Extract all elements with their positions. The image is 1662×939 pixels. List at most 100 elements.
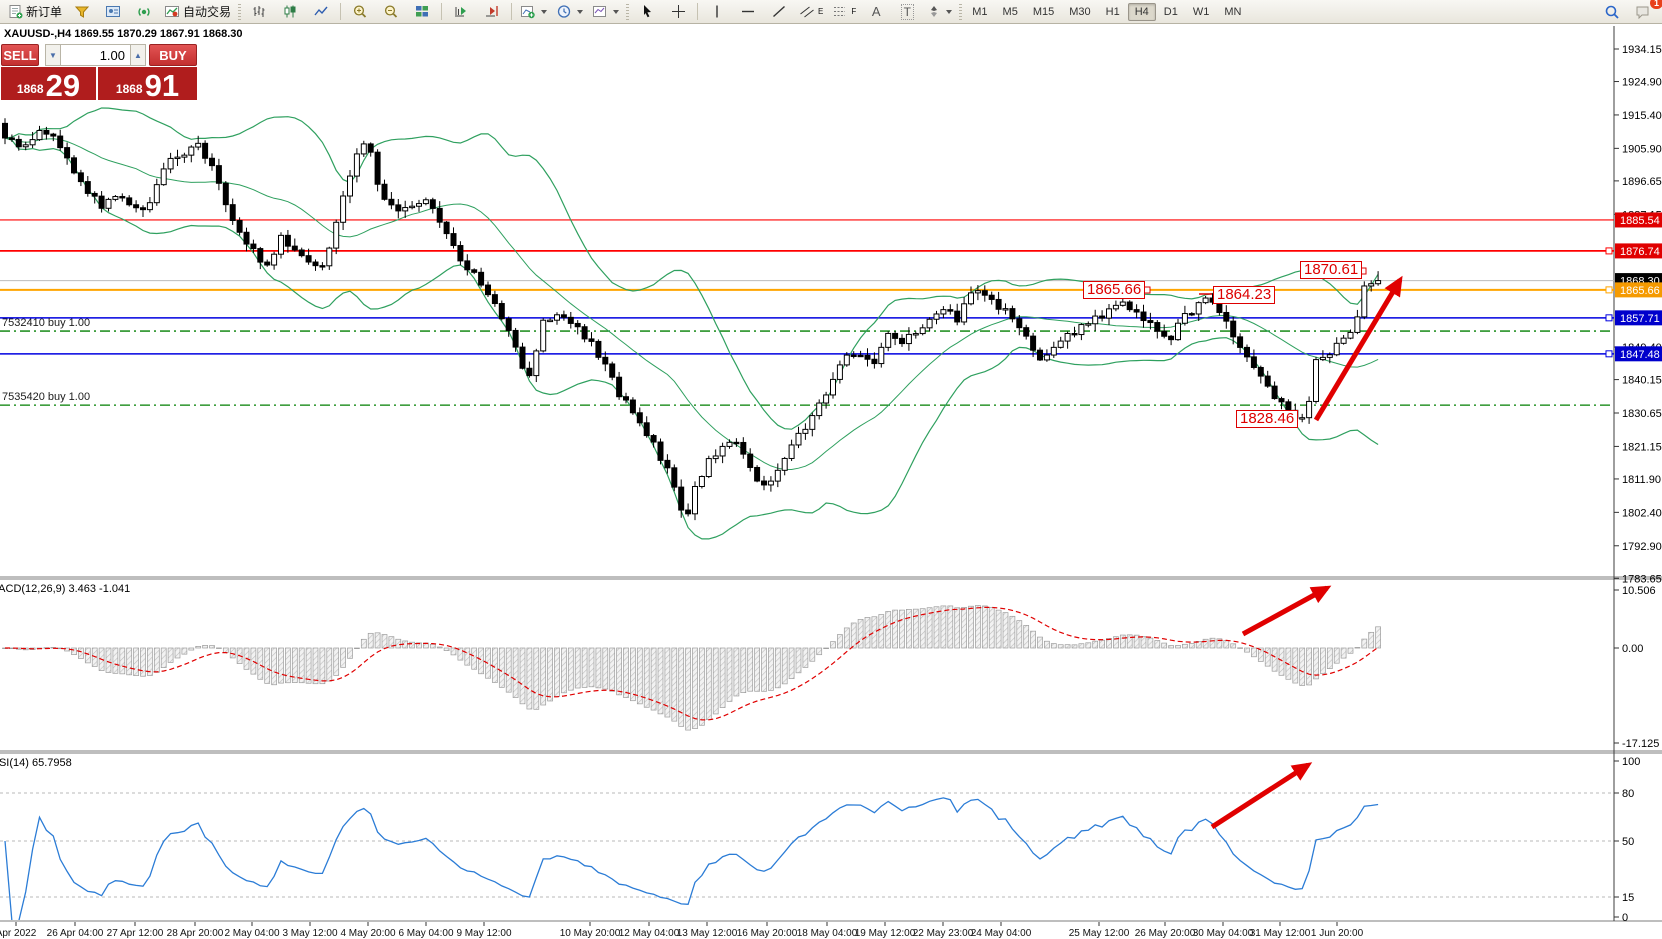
volume-increase-button[interactable]: ▲ xyxy=(130,44,146,66)
search-button[interactable] xyxy=(1597,0,1627,23)
sell-button[interactable]: SELL xyxy=(1,44,39,66)
candle-body xyxy=(1017,319,1022,328)
tile-windows-button[interactable] xyxy=(407,0,437,23)
buy-button[interactable]: BUY xyxy=(149,44,197,66)
candle-body xyxy=(451,234,456,246)
candle-body xyxy=(334,222,339,248)
macd-histogram-bar xyxy=(844,628,849,648)
vline-tool-button[interactable] xyxy=(702,0,732,23)
macd-histogram-bar xyxy=(858,619,863,648)
tab-timeframe-w1[interactable]: W1 xyxy=(1186,3,1217,21)
macd-histogram-bar xyxy=(1272,648,1277,671)
channel-tool-button[interactable]: E xyxy=(795,0,827,23)
macd-histogram-bar xyxy=(955,608,960,648)
text-tool-button[interactable]: A xyxy=(861,0,891,23)
volume-decrease-button[interactable]: ▼ xyxy=(45,44,61,66)
candle-body xyxy=(1079,325,1084,335)
candle-body xyxy=(1169,336,1174,339)
order-lines[interactable] xyxy=(0,331,1614,405)
text-label-tool-button[interactable]: T xyxy=(892,0,922,23)
macd-histogram-bar xyxy=(1293,648,1298,683)
line-handle xyxy=(1606,351,1612,357)
candlestick-chart-button[interactable] xyxy=(275,0,305,23)
crosshair-tool-button[interactable] xyxy=(663,0,693,23)
macd-histogram-bar xyxy=(196,646,201,648)
candle-body xyxy=(1341,338,1346,343)
indicators-button[interactable] xyxy=(516,0,551,23)
tab-timeframe-d1[interactable]: D1 xyxy=(1157,3,1185,21)
trendline-tool-button[interactable] xyxy=(764,0,794,23)
data-window-button[interactable] xyxy=(98,0,128,23)
price-callout[interactable]: 1865.66 xyxy=(1083,281,1145,299)
templates-button[interactable] xyxy=(588,0,623,23)
zoom-out-button[interactable] xyxy=(376,0,406,23)
macd-axis-label: -17.125 xyxy=(1622,738,1659,750)
trend-arrows[interactable] xyxy=(1144,268,1400,827)
horizontal-levels[interactable] xyxy=(0,220,1614,357)
chart-canvas[interactable]: 1934.151924.901915.401905.901896.651887.… xyxy=(0,0,1662,939)
trend-arrow[interactable] xyxy=(1212,765,1308,827)
market-watch-button[interactable] xyxy=(67,0,97,23)
candle-body xyxy=(1107,309,1112,318)
trend-arrow[interactable] xyxy=(1316,280,1400,420)
bid-price[interactable]: 1868 29 xyxy=(1,67,96,100)
candle-body xyxy=(154,185,159,203)
macd-histogram-bar xyxy=(1176,646,1181,648)
candle-body xyxy=(734,442,739,443)
time-tick-label: 31 May 12:00 xyxy=(1250,928,1311,939)
tab-timeframe-m15[interactable]: M15 xyxy=(1026,3,1061,21)
macd-histogram-bar xyxy=(672,648,677,721)
auto-trading-button[interactable]: 自动交易 xyxy=(160,0,235,23)
macd-histogram-bar xyxy=(106,648,111,672)
time-axis: Apr 202226 Apr 04:0027 Apr 12:0028 Apr 2… xyxy=(0,922,1364,939)
tab-timeframe-m1[interactable]: M1 xyxy=(965,3,994,21)
macd-histogram-bar xyxy=(320,648,325,684)
time-tick-label: 28 Apr 20:00 xyxy=(167,928,224,939)
tab-timeframe-m5[interactable]: M5 xyxy=(996,3,1025,21)
new-order-button[interactable]: 新订单 xyxy=(4,0,66,23)
candle-body xyxy=(203,143,208,158)
periods-button[interactable] xyxy=(552,0,587,23)
candle-body xyxy=(1010,309,1015,319)
fibonacci-tool-button[interactable]: F xyxy=(828,0,860,23)
macd-histogram-bar xyxy=(1348,648,1353,653)
tab-timeframe-h4[interactable]: H4 xyxy=(1128,3,1156,21)
signals-button[interactable] xyxy=(129,0,159,23)
bar-chart-button[interactable] xyxy=(244,0,274,23)
macd-histogram-bar xyxy=(596,648,601,688)
tab-timeframe-mn[interactable]: MN xyxy=(1217,3,1248,21)
candle-body xyxy=(189,147,194,155)
candle-body xyxy=(741,442,746,454)
candle-body xyxy=(996,299,1001,309)
bollinger-bands xyxy=(5,108,1378,539)
candle-body xyxy=(9,138,14,139)
hline-tool-button[interactable] xyxy=(733,0,763,23)
macd-histogram-bar xyxy=(1065,645,1070,648)
notifications-button[interactable]: 1 xyxy=(1628,0,1658,23)
candle-body xyxy=(541,320,546,351)
price-callout[interactable]: 1870.61 xyxy=(1300,261,1362,279)
price-callout[interactable]: 1864.23 xyxy=(1213,286,1275,304)
trend-arrow[interactable] xyxy=(1243,588,1327,634)
macd-histogram-bar xyxy=(168,648,173,662)
volume-input[interactable]: 1.00 xyxy=(61,44,130,66)
time-tick-label: 25 May 12:00 xyxy=(1069,928,1130,939)
macd-histogram-bar xyxy=(727,648,732,701)
macd-histogram-bar xyxy=(430,644,435,648)
toolbar-grip xyxy=(238,4,241,20)
line-chart-button[interactable] xyxy=(306,0,336,23)
ask-price[interactable]: 1868 91 xyxy=(98,67,197,100)
cursor-tool-button[interactable] xyxy=(632,0,662,23)
macd-histogram-bar xyxy=(375,633,380,648)
price-callout[interactable]: 1828.46 xyxy=(1236,410,1298,428)
candle-body xyxy=(1314,360,1319,402)
chart-shift-button[interactable] xyxy=(477,0,507,23)
arrows-tool-button[interactable] xyxy=(923,0,956,23)
auto-scroll-button[interactable] xyxy=(446,0,476,23)
macd-histogram-bar xyxy=(982,606,987,648)
candle-body xyxy=(223,183,228,204)
tab-timeframe-h1[interactable]: H1 xyxy=(1099,3,1127,21)
zoom-in-button[interactable] xyxy=(345,0,375,23)
tab-timeframe-m30[interactable]: M30 xyxy=(1062,3,1097,21)
candle-body xyxy=(1148,321,1153,323)
